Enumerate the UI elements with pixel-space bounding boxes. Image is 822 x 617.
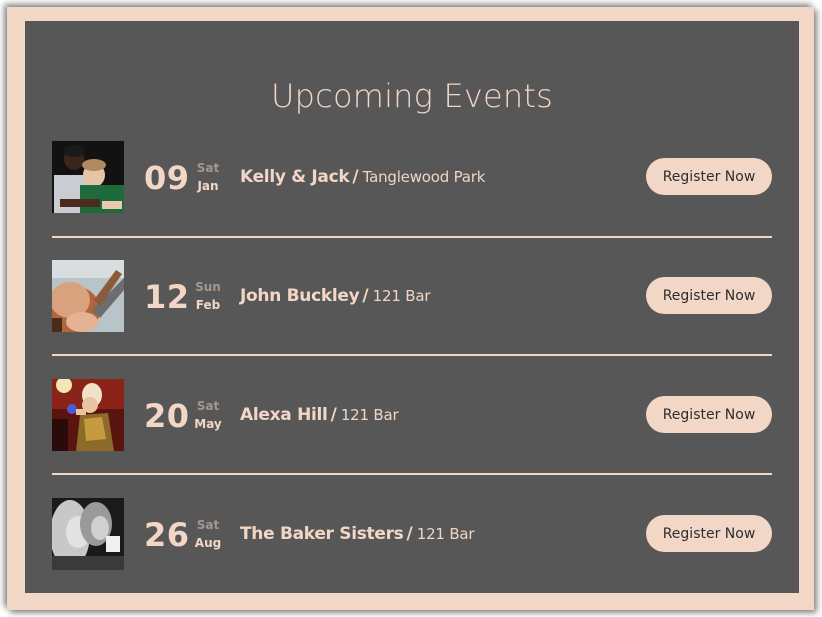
events-widget-frame: Upcoming Events 09 Sat Jan Kelly & Jack …	[7, 7, 814, 610]
event-image-couple	[52, 141, 124, 213]
event-day: 26	[144, 516, 190, 554]
event-name: Kelly & Jack	[240, 167, 350, 187]
event-name: The Baker Sisters	[240, 524, 404, 544]
event-image-sisters	[52, 498, 124, 570]
event-separator: /	[330, 405, 337, 425]
event-item: 09 Sat Jan Kelly & Jack / Tanglewood Park …	[52, 141, 772, 213]
event-title: The Baker Sisters/121 Bar	[240, 524, 475, 544]
register-now-button[interactable]: Register Now	[646, 158, 772, 195]
event-name: John Buckley	[240, 286, 360, 306]
event-image-guitar	[52, 260, 124, 332]
event-weekday: Sat	[196, 518, 220, 532]
event-month: Aug	[194, 536, 222, 550]
event-month: May	[194, 417, 222, 431]
event-separator: /	[362, 286, 369, 306]
event-separator: /	[352, 167, 359, 187]
event-title: Alexa Hill/121 Bar	[240, 405, 399, 425]
event-separator: /	[406, 524, 413, 544]
event-day: 09	[144, 159, 190, 197]
page-title: Upcoming Events	[271, 77, 553, 115]
register-now-button[interactable]: Register Now	[646, 396, 772, 433]
events-panel: Upcoming Events 09 Sat Jan Kelly & Jack …	[25, 21, 799, 593]
event-venue: 121 Bar	[372, 287, 431, 305]
event-image-singer	[52, 379, 124, 451]
event-weekday: Sun	[195, 280, 221, 294]
event-item: 20 Sat May Alexa Hill/121 Bar Register N…	[52, 379, 772, 451]
event-venue: 121 Bar	[340, 406, 399, 424]
divider	[52, 354, 772, 356]
event-venue: 121 Bar	[416, 525, 475, 543]
divider	[52, 236, 772, 238]
event-title: John Buckley/121 Bar	[240, 286, 430, 306]
event-weekday: Sat	[196, 161, 220, 175]
event-day: 20	[144, 397, 190, 435]
event-item: 26 Sat Aug The Baker Sisters/121 Bar Reg…	[52, 498, 772, 570]
event-month: Jan	[197, 179, 219, 193]
event-weekday: Sat	[196, 399, 220, 413]
divider	[52, 473, 772, 475]
event-item: 12 Sun Feb John Buckley/121 Bar Register…	[52, 260, 772, 332]
event-month: Feb	[195, 298, 221, 312]
event-venue: Tanglewood Park	[362, 168, 486, 186]
register-now-button[interactable]: Register Now	[646, 515, 772, 552]
register-now-button[interactable]: Register Now	[646, 277, 772, 314]
event-day: 12	[144, 278, 190, 316]
event-title: Kelly & Jack / Tanglewood Park	[240, 167, 485, 187]
event-name: Alexa Hill	[240, 405, 328, 425]
